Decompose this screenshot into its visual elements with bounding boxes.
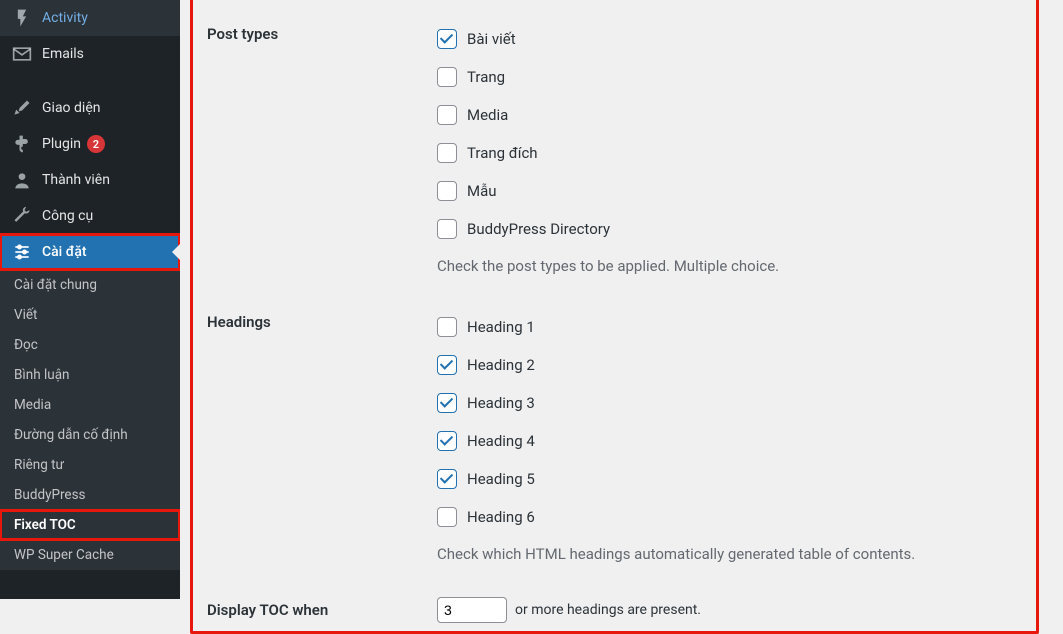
- checkbox-media[interactable]: [437, 105, 457, 125]
- submenu-item-fixed-toc[interactable]: Fixed TOC: [0, 510, 180, 540]
- label-display-when: Display TOC when: [207, 591, 437, 623]
- email-icon: [12, 44, 32, 64]
- checkbox-heading-1[interactable]: [437, 317, 457, 337]
- sidebar-item-emails[interactable]: Emails: [0, 36, 180, 72]
- activity-icon: [12, 8, 32, 28]
- checkbox-label: Heading 6: [467, 508, 535, 526]
- submenu-item-đọc[interactable]: Đọc: [0, 330, 180, 360]
- checkbox-label: Trang đích: [467, 144, 538, 162]
- settings-highlight-box: Post types Bài viết Trang Media Trang đích M…: [190, 0, 1039, 634]
- checkbox-label: Heading 1: [467, 318, 535, 336]
- checkbox-label: Trang: [467, 68, 505, 86]
- users-icon: [12, 170, 32, 190]
- checkbox-row: Mẫu: [437, 181, 1022, 201]
- checkbox-trang[interactable]: [437, 67, 457, 87]
- settings-icon: [12, 242, 32, 262]
- checkbox-row: Heading 2: [437, 355, 1022, 375]
- label-post-types: Post types: [207, 15, 437, 275]
- checkbox-bài-viết[interactable]: [437, 29, 457, 49]
- checkbox-row: Heading 5: [437, 469, 1022, 489]
- field-description: Check the post types to be applied. Mult…: [437, 257, 1022, 275]
- checkbox-row: Heading 1: [437, 317, 1022, 337]
- checkbox-row: Bài viết: [437, 29, 1022, 49]
- sidebar-separator: [0, 72, 180, 90]
- field-headings: Heading 1 Heading 2 Heading 3 Heading 4 Head…: [437, 303, 1022, 563]
- sidebar-item-label: Giao diện: [42, 100, 100, 116]
- checkbox-buddypress-directory[interactable]: [437, 219, 457, 239]
- appearance-icon: [12, 98, 32, 118]
- checkbox-label: BuddyPress Directory: [467, 220, 610, 238]
- checkbox-heading-3[interactable]: [437, 393, 457, 413]
- checkbox-label: Bài viết: [467, 30, 516, 48]
- checkbox-label: Heading 2: [467, 356, 535, 374]
- checkbox-heading-4[interactable]: [437, 431, 457, 451]
- display-when-input[interactable]: [437, 597, 507, 623]
- sidebar-item-label: Thành viên: [42, 172, 110, 188]
- checkbox-row: Heading 3: [437, 393, 1022, 413]
- main-content: Post types Bài viết Trang Media Trang đích M…: [180, 0, 1063, 599]
- checkbox-mẫu[interactable]: [437, 181, 457, 201]
- row-post-types: Post types Bài viết Trang Media Trang đích M…: [207, 0, 1022, 275]
- sidebar-item-label: Công cụ: [42, 208, 93, 224]
- sidebar-item-giao-diện[interactable]: Giao diện: [0, 90, 180, 126]
- submenu-item-viết[interactable]: Viết: [0, 300, 180, 330]
- checkbox-label: Heading 3: [467, 394, 535, 412]
- checkbox-label: Media: [467, 106, 508, 124]
- sidebar-item-cài-đặt[interactable]: Cài đặt: [0, 234, 180, 270]
- checkbox-row: Heading 4: [437, 431, 1022, 451]
- checkbox-row: Trang đích: [437, 143, 1022, 163]
- field-post-types: Bài viết Trang Media Trang đích Mẫu BuddyPres…: [437, 15, 1022, 275]
- sidebar-item-label: Emails: [42, 46, 84, 62]
- submenu-item-buddypress[interactable]: BuddyPress: [0, 480, 180, 510]
- submenu-item-đường-dẫn-cố-định[interactable]: Đường dẫn cố định: [0, 420, 180, 450]
- checkbox-heading-6[interactable]: [437, 507, 457, 527]
- checkbox-trang-đích[interactable]: [437, 143, 457, 163]
- display-when-suffix: or more headings are present.: [515, 602, 701, 618]
- field-description: Check which HTML headings automatically …: [437, 545, 1022, 563]
- sidebar-item-activity[interactable]: Activity: [0, 0, 180, 36]
- submenu-item-wp-super-cache[interactable]: WP Super Cache: [0, 540, 180, 570]
- field-display-when: or more headings are present.: [437, 591, 1022, 623]
- checkbox-row: Heading 6: [437, 507, 1022, 527]
- sidebar-item-thành-viên[interactable]: Thành viên: [0, 162, 180, 198]
- sidebar-item-label: Plugin: [42, 136, 81, 152]
- checkbox-label: Mẫu: [467, 182, 497, 200]
- submenu-item-media[interactable]: Media: [0, 390, 180, 420]
- checkbox-row: BuddyPress Directory: [437, 219, 1022, 239]
- sidebar-item-công-cụ[interactable]: Công cụ: [0, 198, 180, 234]
- checkbox-heading-5[interactable]: [437, 469, 457, 489]
- admin-sidebar: Activity Emails Giao diện Plugin 2 Thành viê…: [0, 0, 180, 599]
- sidebar-item-label: Cài đặt: [42, 244, 87, 260]
- plugin-icon: [12, 134, 32, 154]
- checkbox-label: Heading 5: [467, 470, 535, 488]
- submenu-item-bình-luận[interactable]: Bình luận: [0, 360, 180, 390]
- label-headings: Headings: [207, 303, 437, 563]
- submenu-item-cài-đặt-chung[interactable]: Cài đặt chung: [0, 270, 180, 300]
- submenu-item-riêng-tư[interactable]: Riêng tư: [0, 450, 180, 480]
- tools-icon: [12, 206, 32, 226]
- update-badge: 2: [87, 135, 105, 153]
- sidebar-item-label: Activity: [42, 10, 88, 26]
- checkbox-row: Trang: [437, 67, 1022, 87]
- row-display-when: Display TOC when or more headings are pr…: [207, 563, 1022, 623]
- checkbox-heading-2[interactable]: [437, 355, 457, 375]
- checkbox-row: Media: [437, 105, 1022, 125]
- row-headings: Headings Heading 1Heading 2Heading 3Head…: [207, 275, 1022, 563]
- settings-submenu: Cài đặt chungViếtĐọcBình luậnMediaĐường …: [0, 270, 180, 570]
- checkbox-label: Heading 4: [467, 432, 535, 450]
- sidebar-item-plugin[interactable]: Plugin 2: [0, 126, 180, 162]
